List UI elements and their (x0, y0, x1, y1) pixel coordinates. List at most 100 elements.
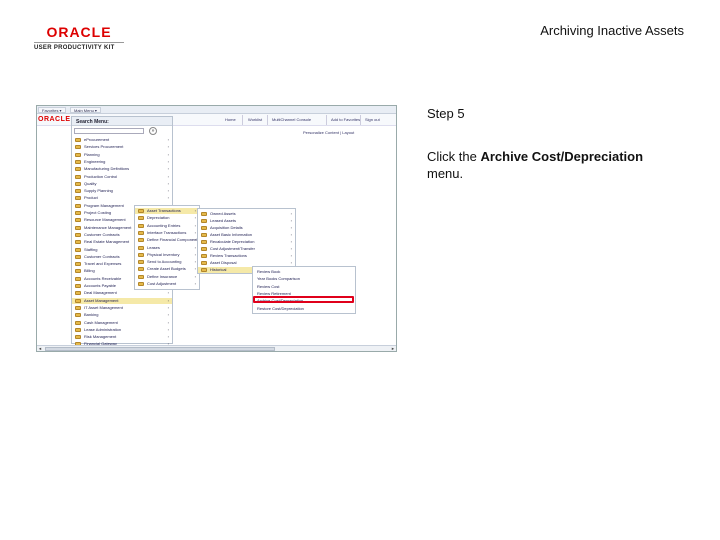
submenu-arrow-icon: › (167, 195, 169, 201)
menu-item[interactable]: Review Book (253, 269, 355, 275)
menu-item[interactable]: Asset Transactions › (135, 208, 199, 214)
menu-item[interactable]: Recalculate Depreciation › (198, 239, 295, 245)
folder-icon (201, 226, 207, 230)
menu-item-label: Historical (210, 267, 227, 272)
folder-icon (75, 335, 81, 340)
multichannel-console-link[interactable]: MultiChannel Console (272, 117, 311, 122)
menu-item[interactable]: Services Procurement › (72, 144, 172, 150)
menu-item-label: Real Estate Management (84, 239, 130, 245)
menu-item[interactable]: Supply Planning › (72, 188, 172, 194)
menu-item[interactable]: Asset Basic Information › (198, 232, 295, 238)
menu-item-label: Review Cost (257, 283, 280, 289)
menu-item-label: Recalculate Depreciation (210, 239, 255, 244)
menu-item-label: Define Insurance (147, 273, 178, 279)
menu-item-label: Create Asset Budgets (147, 266, 186, 272)
menu-item[interactable]: Year Books Comparison (253, 276, 355, 282)
submenu-arrow-icon: › (167, 326, 169, 332)
menu-item[interactable]: Asset Management › (72, 297, 172, 304)
folder-icon (201, 233, 207, 237)
menu-item[interactable]: Depreciation › (135, 215, 199, 221)
menu-item[interactable]: Send to Accounting › (135, 259, 199, 265)
menu-item[interactable]: Product › (72, 195, 172, 201)
folder-icon (75, 284, 81, 288)
add-to-favorites-link[interactable]: Add to Favorites (331, 117, 360, 122)
menu-item[interactable]: Cost Adjustment › (135, 281, 199, 287)
folder-icon (75, 298, 81, 303)
menu-item-label: Maintenance Management (84, 224, 132, 230)
menu-item-label: Engineering (84, 158, 106, 164)
submenu-arrow-icon: › (194, 208, 196, 213)
menu-item[interactable]: Planning › (72, 152, 172, 158)
menu-item[interactable]: Physical Inventory › (135, 252, 199, 258)
folder-icon (75, 159, 81, 164)
personalize-links[interactable]: Personalize Content | Layout (303, 130, 354, 135)
folder-icon (138, 260, 144, 265)
menu-item[interactable]: Leased Assets › (198, 218, 295, 224)
submenu-arrow-icon: › (167, 188, 169, 194)
folder-icon (75, 247, 81, 252)
menu-item[interactable]: Create Asset Budgets › (135, 266, 199, 272)
menu-item-label: Planning (84, 151, 100, 157)
scroll-right-icon[interactable]: ► (391, 346, 395, 351)
submenu-arrow-icon: › (290, 218, 292, 223)
instruction-target: Archive Cost/Depreciation (480, 149, 644, 164)
menu-item[interactable]: Production Control › (72, 174, 172, 180)
menu-item-label: Customer Contracts (84, 231, 120, 237)
menu-item-label: Accounts Payable (84, 283, 117, 288)
menu-item[interactable]: Review Transactions › (198, 253, 295, 259)
folder-icon (201, 240, 207, 244)
menu-item[interactable]: Lease Administration › (72, 327, 172, 333)
menu-item[interactable]: Leases › (135, 245, 199, 251)
menu-item[interactable]: Accounting Entries › (135, 223, 199, 229)
logo-subtitle: USER PRODUCTIVITY KIT (34, 45, 115, 51)
menu-item[interactable]: Quality › (72, 181, 172, 187)
menu-item[interactable]: Cash Management › (72, 320, 172, 326)
menu-item[interactable]: Cost Adjustment/Transfer › (198, 246, 295, 252)
menu-item[interactable]: Acquisition Details › (198, 225, 295, 231)
home-link[interactable]: Home (225, 117, 236, 122)
folder-icon (201, 268, 207, 272)
menu-item-label: Send to Accounting (147, 259, 182, 265)
scrollbar-thumb[interactable] (45, 347, 275, 351)
worklist-link[interactable]: Worklist (248, 117, 262, 122)
menu-item[interactable]: Define Insurance › (135, 274, 199, 280)
scroll-left-icon[interactable]: ◄ (38, 346, 42, 351)
horizontal-scrollbar[interactable]: ◄ ► (37, 345, 396, 351)
folder-icon (75, 152, 81, 157)
folder-icon (201, 254, 207, 258)
menu-item-label: Accounting Entries (147, 222, 181, 228)
menu-item-label: Owned Assets (210, 211, 236, 216)
menu-item[interactable]: Engineering › (72, 159, 172, 165)
menu-item[interactable]: Define Financial Components › (135, 237, 199, 243)
menu-item[interactable]: Manufacturing Definitions › (72, 166, 172, 172)
menu-item-label: Product (84, 195, 98, 201)
menu-item[interactable]: eProcurement › (72, 137, 172, 143)
slide: ORACLE USER PRODUCTIVITY KIT Archiving I… (0, 0, 720, 540)
header-separator (326, 115, 327, 125)
asset-transactions-menu: Owned Assets › Leased Assets › Acquisition D… (197, 208, 296, 274)
folder-icon (201, 247, 207, 251)
menu-item-label: Cost Adjustment (147, 281, 177, 286)
menu-item[interactable]: Banking › (72, 312, 172, 318)
menu-item[interactable]: IT Asset Management › (72, 305, 172, 311)
menu-item[interactable]: Restore Cost/Depreciation (253, 306, 355, 312)
menu-item-label: Lease Administration (84, 326, 122, 332)
logo-brand: ORACLE (46, 24, 112, 40)
main-menu-tab[interactable]: Main Menu ▾ (70, 107, 101, 113)
search-menu-input[interactable] (74, 128, 144, 134)
search-go-button[interactable]: » (149, 127, 157, 135)
menu-item-label: Deal Management (84, 290, 117, 296)
menu-item[interactable]: Risk Management › (72, 334, 172, 340)
menu-item-label: Acquisition Details (210, 225, 243, 230)
menu-item[interactable]: Deal Management › (72, 290, 172, 296)
header-separator (267, 115, 268, 125)
folder-icon (75, 320, 81, 325)
instruction-suffix: menu. (427, 166, 464, 181)
menu-item-label: Risk Management (84, 334, 117, 340)
menu-item[interactable]: Interface Transactions › (135, 230, 199, 236)
sign-out-link[interactable]: Sign out (365, 117, 380, 122)
favorites-menu-tab[interactable]: Favorites ▾ (38, 107, 66, 113)
menu-item[interactable]: Review Cost (253, 284, 355, 290)
menu-item[interactable]: Owned Assets › (198, 211, 295, 217)
menu-item-label: Resource Management (84, 217, 126, 223)
